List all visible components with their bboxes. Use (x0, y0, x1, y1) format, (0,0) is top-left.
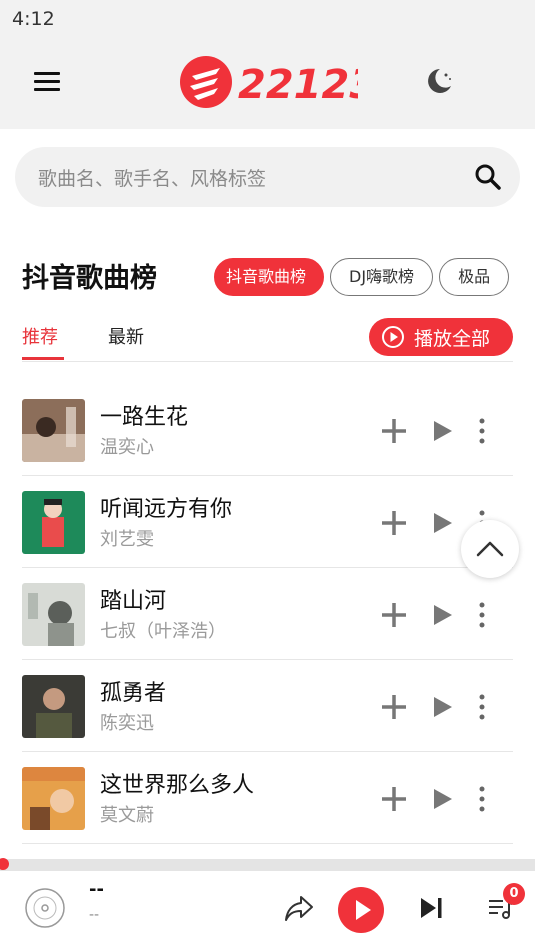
add-icon[interactable] (380, 417, 408, 445)
album-cover (22, 675, 85, 738)
song-artist: 莫文蔚 (100, 805, 154, 826)
share-icon[interactable] (283, 893, 315, 923)
next-track-icon[interactable] (418, 895, 444, 921)
mini-player: -- -- 0 (0, 871, 535, 951)
album-cover (22, 399, 85, 462)
album-cover (22, 491, 85, 554)
song-title: 一路生花 (100, 405, 189, 430)
chip-douyin[interactable]: 抖音歌曲榜 (214, 258, 325, 296)
logo-text: 22123 (238, 62, 358, 108)
play-icon[interactable] (432, 511, 454, 535)
play-icon[interactable] (432, 695, 454, 719)
song-title: 这世界那么多人 (100, 773, 255, 798)
search-icon[interactable] (474, 163, 502, 191)
more-icon[interactable] (478, 785, 486, 813)
play-icon[interactable] (432, 419, 454, 443)
more-icon[interactable] (478, 693, 486, 721)
status-bar: 4:12 (0, 0, 535, 36)
song-row[interactable]: 一路生花 温奕心 (22, 384, 513, 476)
tabs-divider (22, 361, 513, 362)
search-input[interactable]: 歌曲名、歌手名、风格标签 (38, 164, 266, 191)
play-icon (356, 900, 371, 920)
play-button[interactable] (338, 887, 384, 933)
scroll-to-top-button[interactable] (461, 520, 519, 578)
play-icon[interactable] (432, 787, 454, 811)
chevron-up-icon (476, 541, 504, 557)
more-icon[interactable] (478, 601, 486, 629)
song-artist: 温奕心 (100, 437, 154, 458)
tab-recommend[interactable]: 推荐 (22, 323, 58, 349)
add-icon[interactable] (380, 509, 408, 537)
play-icon[interactable] (432, 603, 454, 627)
add-icon[interactable] (380, 693, 408, 721)
more-icon[interactable] (478, 417, 486, 445)
logo[interactable]: 22123 (178, 54, 358, 110)
add-icon[interactable] (380, 785, 408, 813)
song-artist: 陈奕迅 (100, 713, 154, 734)
tab-latest[interactable]: 最新 (108, 323, 144, 349)
playback-progress-bar[interactable] (0, 858, 535, 871)
song-title: 踏山河 (100, 589, 167, 614)
album-cover (22, 583, 85, 646)
song-artist: 刘艺雯 (100, 529, 154, 550)
now-playing-title: -- (89, 879, 104, 900)
song-artist: 七叔（叶泽浩） (100, 621, 226, 642)
album-cover (22, 767, 85, 830)
play-all-label: 播放全部 (414, 328, 491, 350)
play-all-button[interactable]: 播放全部 (369, 318, 513, 356)
song-row[interactable]: 这世界那么多人 莫文蔚 (22, 752, 513, 844)
progress-handle[interactable] (0, 858, 9, 870)
disc-icon[interactable] (24, 887, 66, 929)
status-time: 4:12 (12, 8, 55, 30)
song-title: 孤勇者 (100, 681, 167, 706)
chart-chips: 抖音歌曲榜 DJ嗨歌榜 极品 (214, 258, 512, 296)
chip-dj[interactable]: DJ嗨歌榜 (330, 258, 434, 296)
play-circle-icon (382, 326, 404, 348)
moon-icon[interactable] (424, 66, 454, 96)
search-bar[interactable]: 歌曲名、歌手名、风格标签 (15, 147, 520, 207)
song-row[interactable]: 听闻远方有你 刘艺雯 (22, 476, 513, 568)
song-row[interactable]: 孤勇者 陈奕迅 (22, 660, 513, 752)
tab-active-indicator (22, 357, 64, 360)
add-icon[interactable] (380, 601, 408, 629)
song-title: 听闻远方有你 (100, 497, 233, 522)
now-playing-artist: -- (89, 907, 100, 923)
app-header: 22123 (0, 36, 535, 129)
song-row[interactable]: 踏山河 七叔（叶泽浩） (22, 568, 513, 660)
menu-icon[interactable] (34, 72, 60, 92)
section-title: 抖音歌曲榜 (22, 263, 157, 294)
chip-jipin[interactable]: 极品 (439, 258, 510, 296)
queue-count-badge: 0 (503, 883, 525, 905)
